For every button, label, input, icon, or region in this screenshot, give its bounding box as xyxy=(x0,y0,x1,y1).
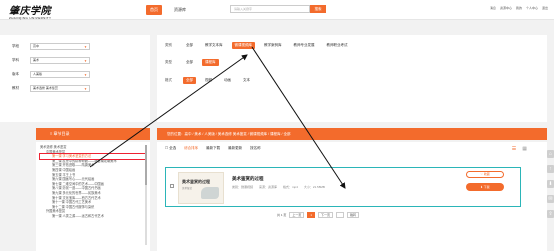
sort-by-name[interactable]: 按名称 xyxy=(250,146,261,151)
chevron-down-icon: ▼ xyxy=(84,87,87,91)
next-page-button[interactable]: 下一页 xyxy=(318,212,334,218)
download-button[interactable]: ⬇ 下载 xyxy=(466,183,504,191)
user-menu-mine[interactable]: 我的 xyxy=(516,6,522,10)
catalog-title-bar: ≡ 章节目录 xyxy=(36,128,150,140)
ink-painting-decoration xyxy=(201,187,219,199)
search-input[interactable]: 请输入关键字 xyxy=(230,5,310,13)
type-option-video[interactable]: 微课视频库 xyxy=(231,42,255,49)
user-menu-logout[interactable]: 退出 xyxy=(542,6,548,10)
option-label: 格式 xyxy=(165,78,172,82)
item-meta: 类别：微课视频 来源：资源库 格式：mp4 大小：21.58MB xyxy=(232,185,325,189)
catalog-title: 章节目录 xyxy=(53,131,70,136)
download-icon[interactable]: ⬇ xyxy=(547,180,554,188)
main-nav: 首页 资源库 xyxy=(146,5,190,15)
meta-format: 格式：mp4 xyxy=(283,185,298,189)
filter-label: 学科 xyxy=(12,58,19,62)
back-to-top-icon[interactable]: ↑ xyxy=(547,165,554,173)
filter-row-stage: 学段 高中 ▼ xyxy=(12,43,90,50)
user-menu-profile[interactable]: 个人中心 xyxy=(526,6,538,10)
mail-icon[interactable]: ✉ xyxy=(547,195,554,203)
meta-source: 来源：资源库 xyxy=(259,185,278,189)
page-count: 共 1 页 xyxy=(277,213,287,217)
thumbnail-subtitle: 美术鉴赏 xyxy=(182,187,193,190)
format-option-text[interactable]: 文本 xyxy=(240,77,253,84)
subject-select[interactable]: 美术 ▼ xyxy=(30,57,90,64)
list-toolbar: ☐ 全选 综合排序 最新下载 最新更新 按名称 xyxy=(165,146,261,151)
subtype-option-all[interactable]: 全部 xyxy=(183,59,196,66)
filter-row-textbook: 教材 美术选修 美术鉴赏 ▼ xyxy=(12,85,90,92)
chevron-down-icon: ▼ xyxy=(84,73,87,77)
tree-item[interactable]: 第一课 人类之源——远古和古代艺术 xyxy=(40,214,146,219)
grid-view-icon[interactable]: ▦ xyxy=(522,146,527,152)
option-label: 类别 xyxy=(165,43,172,47)
user-menu-messages[interactable]: 消息 xyxy=(490,6,496,10)
meta-category: 类别：微课视频 xyxy=(232,185,254,189)
logo-english-text: ZHAOQING UNIVERSITY xyxy=(9,16,52,20)
page-button-1[interactable]: 1 xyxy=(307,212,316,218)
floating-toolbar: ⌂ ↑ ⬇ ✉ ⇪ xyxy=(547,150,554,218)
resource-list: ☐ 全选 综合排序 最新下载 最新更新 按名称 ☰ ▦ 美术鉴赏的过程 美术鉴赏… xyxy=(157,142,547,251)
option-panel: 类别 全部 教学文本库 微课视频库 教学案例库 教师专业发展 教师职业考试 类型… xyxy=(157,35,547,122)
sort-latest-download[interactable]: 最新下载 xyxy=(206,146,220,151)
thumbnail-title: 美术鉴赏的过程 xyxy=(182,179,210,184)
chevron-down-icon: ▼ xyxy=(84,45,87,49)
user-menu: 消息 资源中心 我的 个人中心 退出 xyxy=(490,6,548,10)
format-option-video[interactable]: 视频 xyxy=(202,77,215,84)
nav-resources[interactable]: 资源库 xyxy=(170,5,190,15)
filter-label: 教材 xyxy=(12,86,19,90)
option-label: 类型 xyxy=(165,60,172,64)
item-checkbox[interactable] xyxy=(170,184,174,188)
meta-size: 大小：21.58MB xyxy=(303,185,325,189)
format-option-all[interactable]: 全部 xyxy=(183,77,196,84)
favorite-button[interactable]: ♡ 收藏 xyxy=(466,171,504,178)
breadcrumb: 您的位置：高中 / 美术 / 人美版 / 美术选修 美术鉴赏 / 微课视频库 /… xyxy=(157,128,547,140)
filter-panel: 学段 高中 ▼ 学科 美术 ▼ 版本 人美版 ▼ 教材 美术选修 美术鉴赏 ▼ xyxy=(0,35,150,122)
jump-button[interactable]: 跳转 xyxy=(347,212,360,218)
sort-overall[interactable]: 综合排序 xyxy=(184,146,198,151)
type-options: 类别 全部 教学文本库 微课视频库 教学案例库 教师专业发展 教师职业考试 xyxy=(165,42,351,49)
type-option-text[interactable]: 教学文本库 xyxy=(202,42,226,49)
list-view-icon[interactable]: ☰ xyxy=(512,146,516,152)
site-logo[interactable]: 肇庆学院 ZHAOQING UNIVERSITY xyxy=(9,2,51,20)
item-thumbnail[interactable]: 美术鉴赏的过程 美术鉴赏 xyxy=(178,172,224,204)
filter-label: 学段 xyxy=(12,44,19,48)
top-header: 肇庆学院 ZHAOQING UNIVERSITY 首页 资源库 请输入关键字 搜… xyxy=(0,0,554,20)
item-title[interactable]: 美术鉴赏的过程 xyxy=(232,176,264,182)
type-option-exam[interactable]: 教师职业考试 xyxy=(324,42,351,49)
type-option-teacher-dev[interactable]: 教师专业发展 xyxy=(291,42,318,49)
version-select[interactable]: 人美版 ▼ xyxy=(30,71,90,78)
user-menu-resource-center[interactable]: 资源中心 xyxy=(500,6,512,10)
filter-label: 版本 xyxy=(12,72,19,76)
subtype-option-course[interactable]: 课程库 xyxy=(202,59,219,66)
home-icon[interactable]: ⌂ xyxy=(547,150,554,158)
logo-chinese-text: 肇庆学院 xyxy=(9,6,51,17)
textbook-select[interactable]: 美术选修 美术鉴赏 ▼ xyxy=(30,85,90,92)
search-button[interactable]: 搜索 xyxy=(310,5,326,13)
chapter-tree: 美术选修 美术鉴赏 中国美术鉴赏 第一课 学习美术鉴赏的方法 第二课 乱世中的精… xyxy=(36,142,150,251)
share-icon[interactable]: ⇪ xyxy=(547,210,554,218)
nav-home[interactable]: 首页 xyxy=(146,5,162,15)
resource-item[interactable]: 美术鉴赏的过程 美术鉴赏 美术鉴赏的过程 类别：微课视频 来源：资源库 格式：m… xyxy=(165,167,521,207)
type-option-case[interactable]: 教学案例库 xyxy=(261,42,285,49)
pagination: 共 1 页 上一页 1 下一页 跳转 xyxy=(277,212,360,218)
type-option-all[interactable]: 全部 xyxy=(183,42,196,49)
tree-scroll-thumb[interactable] xyxy=(145,145,147,185)
format-options: 格式 全部 视频 动画 文本 xyxy=(165,77,253,84)
select-all-checkbox[interactable]: ☐ 全选 xyxy=(165,146,176,151)
prev-page-button[interactable]: 上一页 xyxy=(289,212,305,218)
filter-row-subject: 学科 美术 ▼ xyxy=(12,57,90,64)
sort-latest-update[interactable]: 最新更新 xyxy=(228,146,242,151)
stage-select[interactable]: 高中 ▼ xyxy=(30,43,90,50)
page-jump-input[interactable] xyxy=(336,212,345,218)
view-toggle: ☰ ▦ xyxy=(512,146,527,152)
format-option-animation[interactable]: 动画 xyxy=(221,77,234,84)
chevron-down-icon: ▼ xyxy=(84,59,87,63)
filter-row-version: 版本 人美版 ▼ xyxy=(12,71,90,78)
subtype-options: 类型 全部 课程库 xyxy=(165,59,219,66)
